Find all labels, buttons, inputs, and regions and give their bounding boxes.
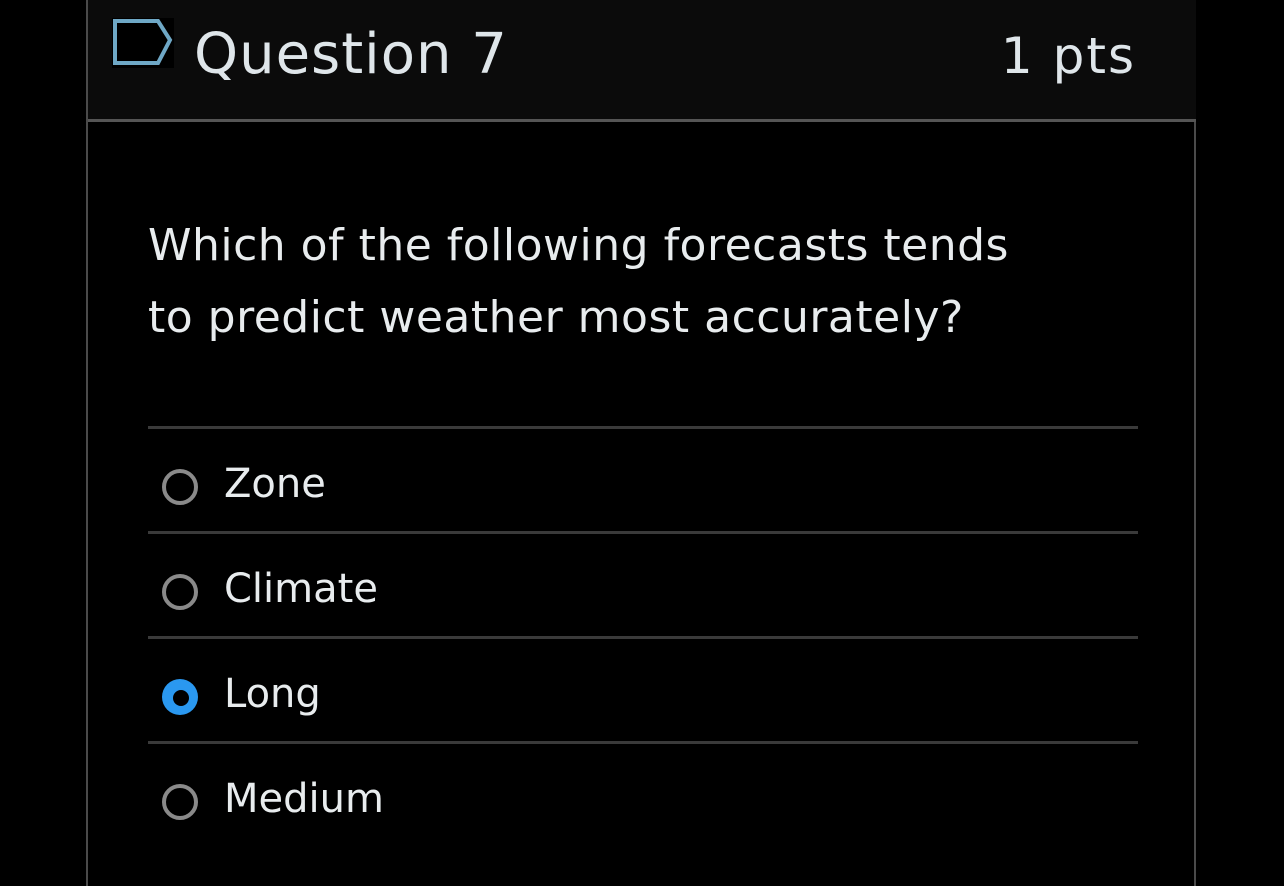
- answer-option-zone[interactable]: Zone: [148, 429, 1138, 534]
- answer-label[interactable]: Medium: [224, 770, 384, 828]
- radio-button[interactable]: [162, 574, 198, 610]
- flag-outline-icon[interactable]: [112, 18, 174, 68]
- answer-label[interactable]: Zone: [224, 455, 326, 513]
- answer-list: Zone Climate Long Medium: [148, 426, 1138, 846]
- answer-label[interactable]: Climate: [224, 560, 378, 618]
- question-points: 1 pts: [1000, 27, 1136, 85]
- answer-option-climate[interactable]: Climate: [148, 534, 1138, 639]
- radio-button[interactable]: [162, 469, 198, 505]
- answer-option-long[interactable]: Long: [148, 639, 1138, 744]
- question-title: Question 7: [194, 22, 508, 87]
- radio-button-selected[interactable]: [162, 679, 198, 715]
- radio-button[interactable]: [162, 784, 198, 820]
- question-text: Which of the following forecasts tends t…: [148, 220, 1009, 343]
- quiz-page: Question 7 1 pts Which of the following …: [0, 0, 1284, 886]
- question-header: Question 7 1 pts: [88, 0, 1196, 122]
- answer-option-medium[interactable]: Medium: [148, 744, 1138, 846]
- answer-label[interactable]: Long: [224, 665, 321, 723]
- question-card: Question 7 1 pts Which of the following …: [86, 0, 1196, 886]
